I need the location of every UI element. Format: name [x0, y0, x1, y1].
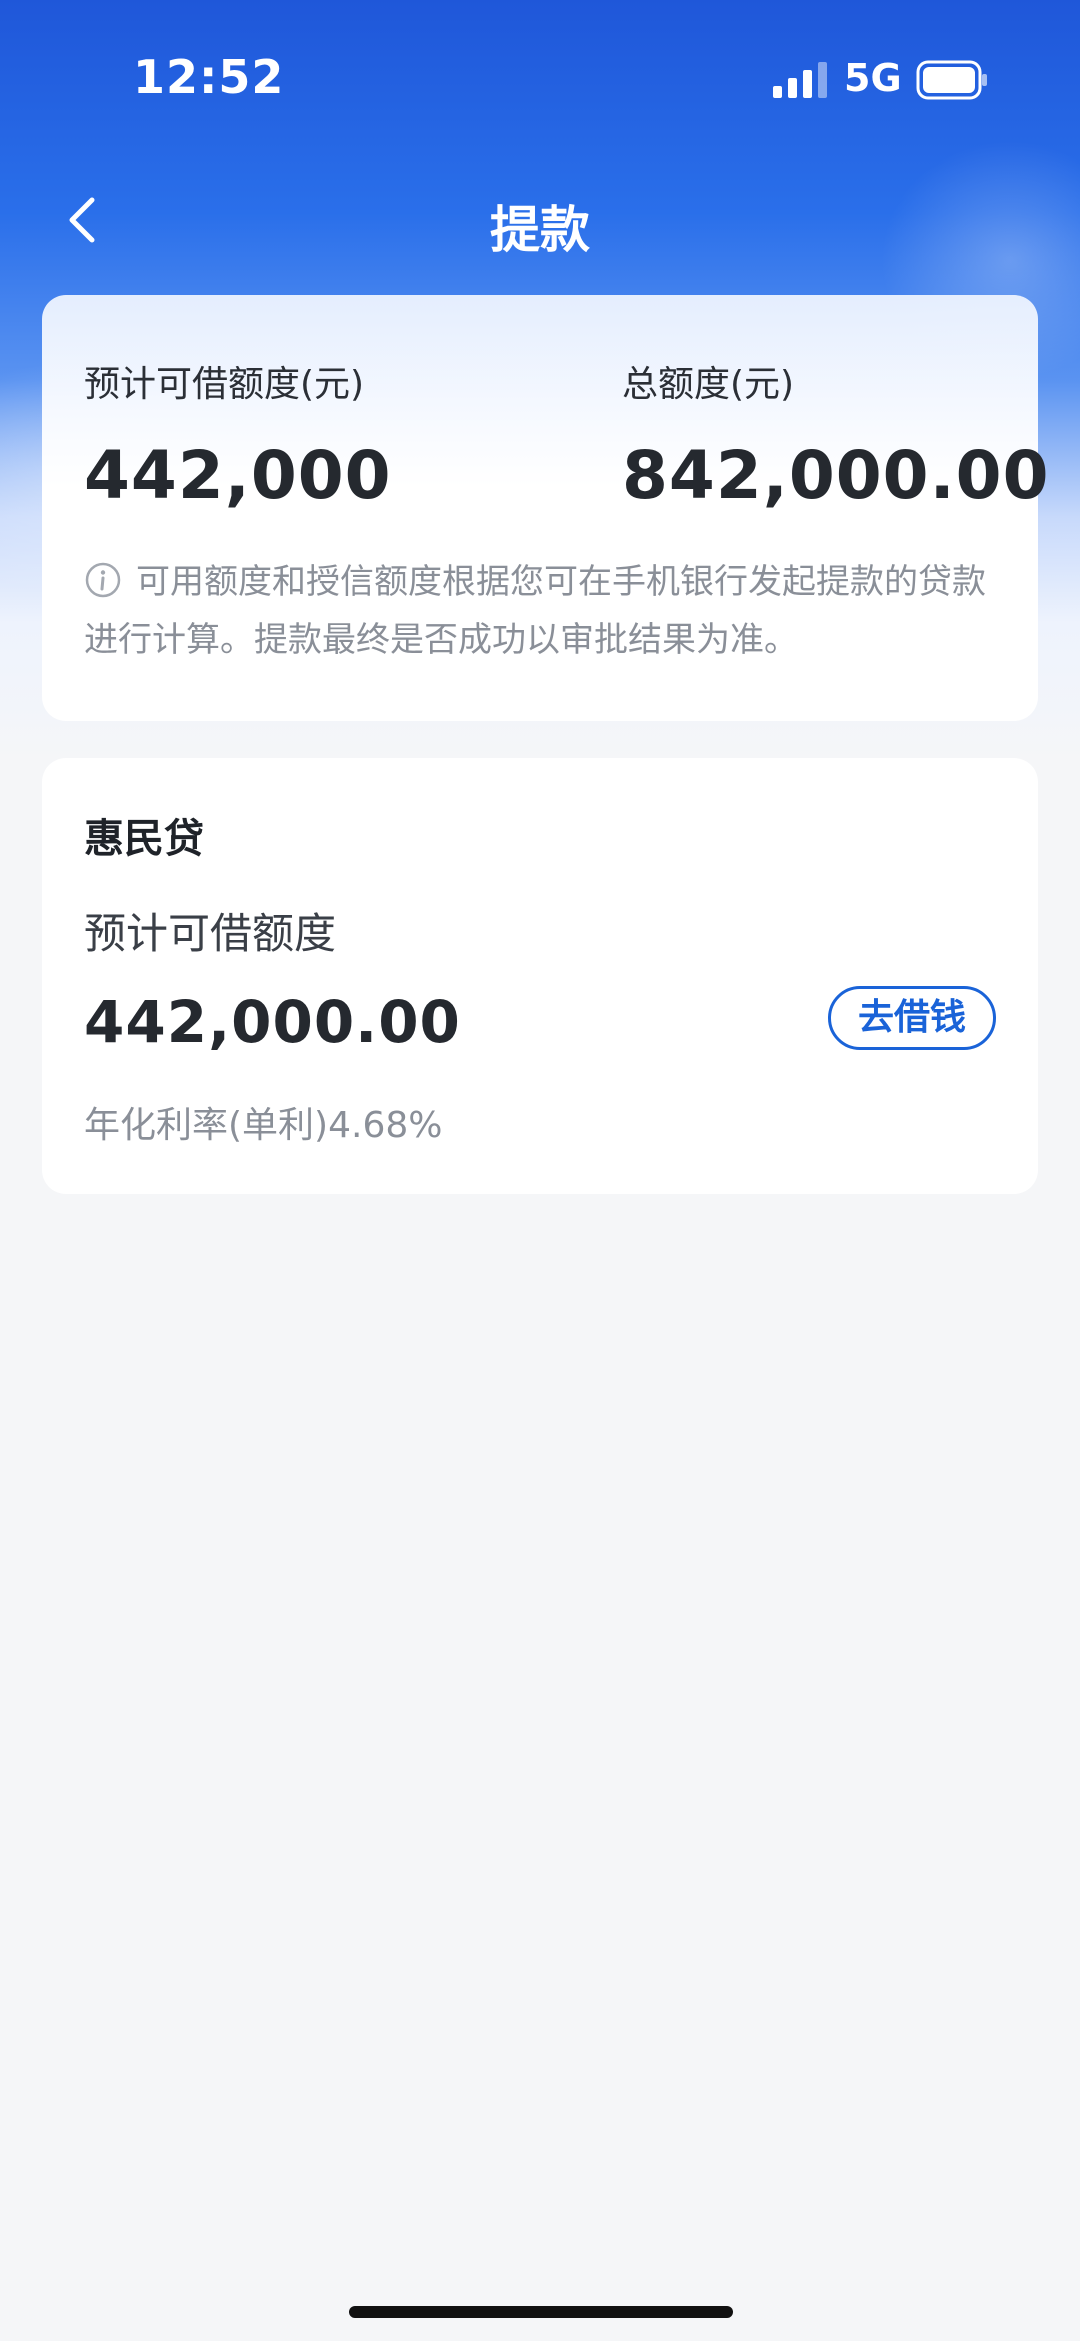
- quota-summary-card: 预计可借额度(元) 442,000 总额度(元) 842,000.00 可用额度…: [42, 295, 1049, 721]
- total-quota-value: 842,000.00: [622, 437, 1050, 514]
- product-name: 惠民贷: [84, 816, 204, 862]
- nav-bar: 提款: [0, 170, 1080, 270]
- available-quota-block: 预计可借额度(元) 442,000: [84, 355, 392, 514]
- cellular-signal-icon: [773, 62, 827, 98]
- app-screen: 12:52 5G 提款 预计可借额度(元) 442,000 总额度(元) 842…: [0, 0, 1080, 2341]
- page-title: 提款: [490, 201, 590, 259]
- borrow-button[interactable]: 去借钱: [828, 986, 996, 1050]
- status-time: 12:52: [133, 50, 285, 104]
- loan-product-card: 惠民贷 预计可借额度 442,000.00 去借钱 年化利率(单利)4.68%: [42, 758, 1038, 1194]
- quota-note-text: 可用额度和授信额度根据您可在手机银行发起提款的贷款进行计算。提款最终是否成功以审…: [84, 562, 986, 660]
- quota-note: 可用额度和授信额度根据您可在手机银行发起提款的贷款进行计算。提款最终是否成功以审…: [84, 553, 1004, 669]
- network-type: 5G: [844, 56, 902, 100]
- product-quota-value: 442,000.00: [84, 988, 461, 1056]
- available-quota-label: 预计可借额度(元): [84, 364, 365, 405]
- available-quota-value: 442,000: [84, 437, 392, 514]
- product-quota-label: 预计可借额度: [84, 909, 337, 958]
- annual-rate-text: 年化利率(单利)4.68%: [84, 1105, 443, 1146]
- status-bar: 12:52 5G: [0, 0, 1080, 160]
- total-quota-label: 总额度(元): [622, 364, 795, 405]
- battery-icon: [916, 60, 987, 100]
- info-icon: [85, 562, 121, 598]
- total-quota-block: 总额度(元) 842,000.00: [622, 355, 1050, 514]
- home-indicator[interactable]: [349, 2306, 733, 2318]
